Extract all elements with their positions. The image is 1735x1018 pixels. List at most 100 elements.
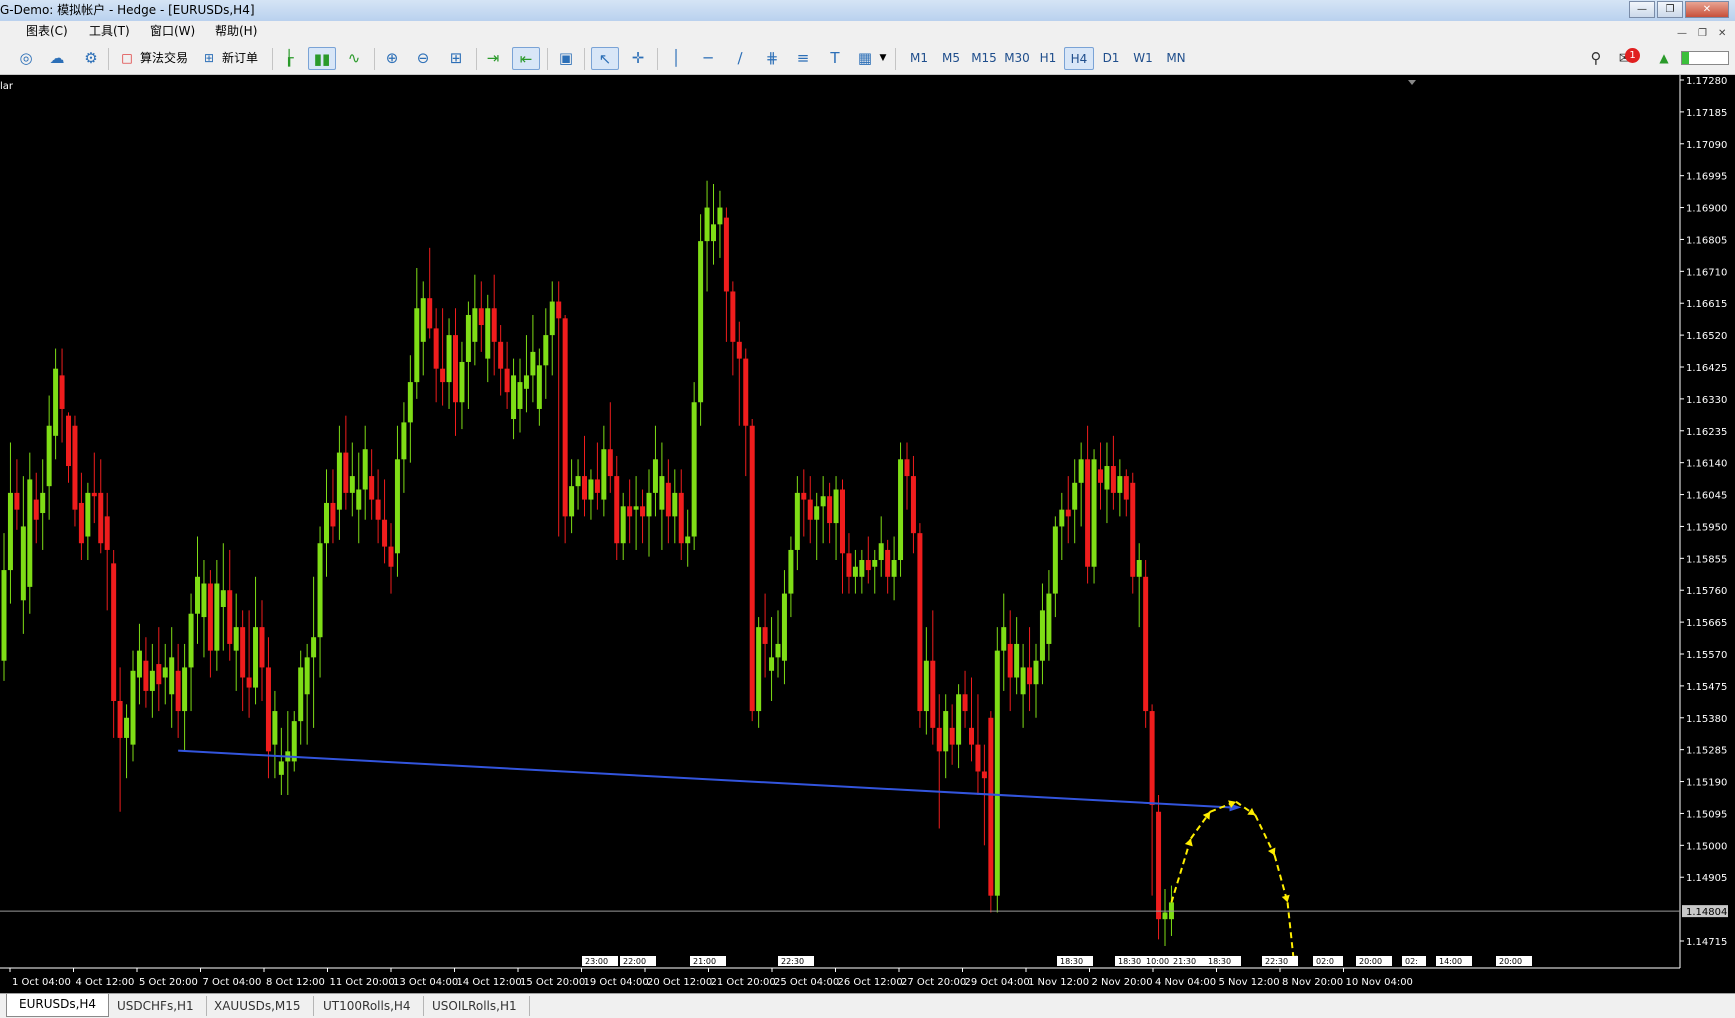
tab-ut100rolls-h4[interactable]: UT100Rolls,H4 — [311, 996, 424, 1016]
bear-candle — [640, 506, 646, 517]
session-marker-label: 22:30 — [781, 957, 804, 966]
zoom-out-icon[interactable]: ⊖ — [411, 47, 435, 70]
horizontal-line-icon[interactable]: ─ — [696, 47, 720, 70]
bull-candle — [775, 643, 781, 658]
projection-arrow-segment — [1273, 855, 1289, 903]
bull-candle — [517, 382, 523, 409]
bar-chart-icon[interactable]: ┟ — [277, 47, 301, 70]
tf-d1[interactable]: D1 — [1098, 47, 1124, 70]
tf-m5[interactable]: M5 — [937, 47, 965, 70]
bull-candle — [717, 207, 723, 225]
bull-candle — [317, 543, 323, 638]
tf-m1[interactable]: M1 — [905, 47, 933, 70]
support-trendline — [178, 749, 1230, 809]
fibonacci-icon[interactable]: ≡ — [791, 47, 815, 70]
tab-xauusds-m15[interactable]: XAUUSDs,M15 — [202, 996, 314, 1016]
time-tick-label: 13 Oct 04:00 — [393, 977, 458, 988]
crosshair-icon[interactable]: ✛ — [626, 47, 650, 70]
bear-candle — [910, 476, 916, 534]
market-icon[interactable]: ⚙ — [79, 47, 103, 70]
signal-icon[interactable]: ◎ — [14, 47, 38, 70]
bull-candle — [20, 526, 26, 601]
bear-candle — [175, 670, 181, 712]
tf-w1[interactable]: W1 — [1130, 47, 1156, 70]
bull-candle — [814, 506, 820, 520]
price-tick-label: 1.15855 — [1686, 554, 1727, 565]
tf-m15[interactable]: M15 — [968, 47, 1000, 70]
bear-candle — [117, 700, 123, 738]
bear-candle — [1110, 466, 1116, 493]
algo-trading-button[interactable]: 算法交易 — [136, 47, 192, 70]
session-marker-label: 20:00 — [1359, 957, 1382, 966]
bull-candle — [820, 496, 826, 507]
mdi-minimize-icon[interactable]: — — [1677, 23, 1687, 44]
grid-icon[interactable]: ⊞ — [444, 47, 468, 70]
price-tick-label: 1.15950 — [1686, 522, 1727, 533]
line-chart-icon[interactable]: ∿ — [342, 47, 366, 70]
menu-chart[interactable]: 图表(C) — [26, 21, 68, 42]
tf-h1[interactable]: H1 — [1035, 47, 1061, 70]
close-button[interactable]: ✕ — [1685, 1, 1729, 18]
cloud-icon[interactable]: ☁ — [45, 47, 69, 70]
bear-candle — [369, 476, 375, 500]
tab-usoilrolls-h1[interactable]: USOILRolls,H1 — [420, 996, 530, 1016]
zoom-in-icon[interactable]: ⊕ — [380, 47, 404, 70]
bear-candle — [975, 744, 981, 772]
shapes-icon[interactable]: ▦ — [853, 47, 877, 70]
new-order-button[interactable]: 新订单 — [218, 47, 262, 70]
screenshot-icon[interactable]: ▣ — [554, 47, 578, 70]
tf-h4[interactable]: H4 — [1064, 47, 1094, 70]
bull-candle — [569, 486, 575, 517]
bear-candle — [1065, 509, 1071, 517]
time-tick-label: 20 Oct 12:00 — [647, 977, 712, 988]
time-tick-label: 19 Oct 04:00 — [584, 977, 649, 988]
restore-button[interactable]: ❐ — [1657, 1, 1683, 18]
bear-candle — [388, 546, 394, 567]
bull-candle — [298, 667, 304, 722]
bull-candle — [220, 590, 226, 608]
bear-candle — [743, 358, 749, 426]
projection-arrowhead-icon — [1267, 847, 1276, 856]
trendline-icon[interactable]: ∕ — [728, 47, 752, 70]
bear-candle — [259, 627, 265, 668]
autoscroll-icon[interactable]: ⇥ — [481, 47, 505, 70]
price-chart: 1.17280 1.17185 1.17090 1.16995 1.16900 1.168… — [0, 75, 1728, 988]
shapes-dropdown-icon[interactable]: ▼ — [877, 47, 889, 70]
mdi-restore-icon[interactable]: ❐ — [1698, 23, 1707, 44]
channel-icon[interactable]: ⋕ — [760, 47, 784, 70]
bear-candle — [265, 667, 271, 752]
tf-m30[interactable]: M30 — [1001, 47, 1033, 70]
price-tick-label: 1.16995 — [1686, 172, 1727, 183]
menu-tools[interactable]: 工具(T) — [89, 21, 130, 42]
bull-candle — [852, 566, 858, 577]
cursor-icon[interactable]: ↖ — [591, 47, 619, 70]
bear-candle — [453, 335, 458, 403]
tf-mn[interactable]: MN — [1161, 47, 1191, 70]
bull-candle — [214, 583, 220, 651]
menu-help[interactable]: 帮助(H) — [215, 21, 257, 42]
bull-candle — [1091, 459, 1097, 567]
bear-candle — [949, 727, 955, 745]
menu-window[interactable]: 窗口(W) — [150, 21, 195, 42]
bull-candle — [1136, 560, 1142, 577]
minimize-button[interactable]: — — [1629, 1, 1655, 18]
new-order-icon: ⊞ — [203, 51, 215, 65]
tab-usdchfs-h1[interactable]: USDCHFs,H1 — [105, 996, 207, 1016]
mdi-close-icon[interactable]: ✕ — [1718, 23, 1726, 44]
candlestick-icon[interactable]: ▮▮ — [308, 47, 336, 70]
text-icon[interactable]: T — [823, 47, 847, 70]
bull-candle — [1020, 667, 1026, 695]
price-tick-label: 1.16235 — [1686, 427, 1727, 438]
bull-candle — [859, 560, 865, 577]
tab-eurusds-h4[interactable]: EURUSDs,H4 — [6, 994, 110, 1017]
bear-candle — [1098, 469, 1103, 483]
bull-candle — [130, 670, 136, 745]
bull-candle — [788, 549, 794, 594]
session-marker-label: 14:00 — [1439, 957, 1462, 966]
chart-area[interactable]: 1.17280 1.17185 1.17090 1.16995 1.16900 1.168… — [0, 75, 1735, 993]
search-icon[interactable]: ⚲ — [1584, 47, 1608, 70]
vertical-line-icon[interactable]: │ — [664, 47, 688, 70]
bear-candle — [98, 492, 104, 544]
chart-shift-icon[interactable]: ⇤ — [512, 47, 540, 70]
bear-candle — [749, 425, 755, 712]
